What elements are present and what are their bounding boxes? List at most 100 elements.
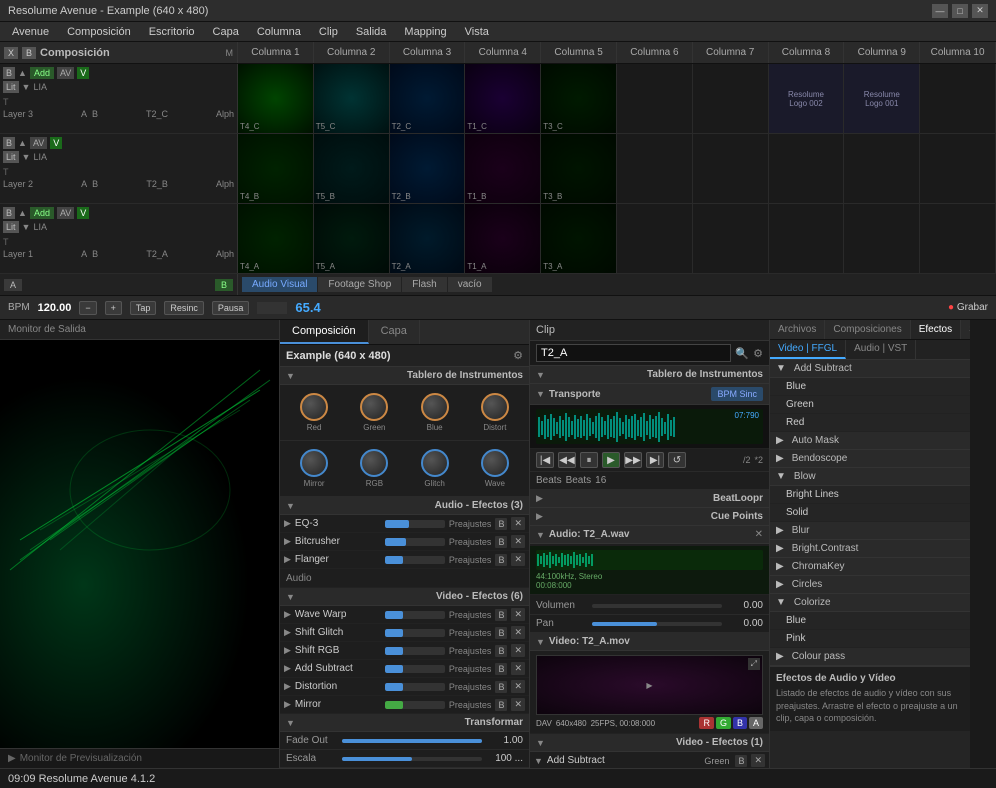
cell-l3-c5[interactable]: T3_C xyxy=(541,64,617,133)
step-fwd[interactable]: ▶▶ xyxy=(624,452,642,468)
effect-item-bright-lines[interactable]: Bright Lines xyxy=(770,486,970,504)
monitor-preview-toggle[interactable]: ▶ Monitor de Previsualización xyxy=(0,748,279,768)
layer3-down[interactable]: ▼ xyxy=(22,82,31,92)
audio-close[interactable]: ✕ xyxy=(755,529,763,540)
menu-composicion[interactable]: Composición xyxy=(59,24,139,40)
clip-name-input[interactable] xyxy=(536,344,731,362)
layer2-up[interactable]: ▲ xyxy=(18,138,27,148)
cell-l2-c9[interactable] xyxy=(844,134,920,203)
cell-l1-c1[interactable]: T4_A xyxy=(238,204,314,273)
layer2-b[interactable]: B xyxy=(3,137,15,149)
cell-l3-c7[interactable] xyxy=(693,64,769,133)
comp-gear-icon[interactable]: ⚙ xyxy=(513,349,523,362)
col-header-1[interactable]: Columna 1 xyxy=(238,42,314,63)
cell-l2-c10[interactable] xyxy=(920,134,996,203)
bpm-plus[interactable]: + xyxy=(105,301,122,315)
col-header-4[interactable]: Columna 4 xyxy=(465,42,541,63)
volume-track[interactable] xyxy=(592,604,722,608)
wave-warp-preajustes[interactable]: Preajustes xyxy=(449,610,492,620)
tab-audio-visual[interactable]: Audio Visual xyxy=(242,277,317,292)
cell-l2-c8[interactable] xyxy=(769,134,845,203)
mirror-preajustes[interactable]: Preajustes xyxy=(449,700,492,710)
resinc-button[interactable]: Resinc xyxy=(164,301,204,315)
subtab-audio-vst[interactable]: Audio | VST xyxy=(846,340,916,359)
col-header-9[interactable]: Columna 9 xyxy=(844,42,920,63)
menu-columna[interactable]: Columna xyxy=(249,24,309,40)
cell-l2-c2[interactable]: T5_B xyxy=(314,134,390,203)
bitcrusher-x-btn[interactable]: ✕ xyxy=(511,535,525,548)
escala-track[interactable] xyxy=(342,757,482,761)
cell-l1-c8[interactable] xyxy=(769,204,845,273)
transformar-section[interactable]: ▼ Transformar xyxy=(280,714,529,732)
cell-l2-c3[interactable]: T2_B xyxy=(390,134,466,203)
category-blur[interactable]: ▶ Blur xyxy=(770,522,970,540)
cell-l1-c3[interactable]: T2_A xyxy=(390,204,466,273)
play-btn[interactable]: ▶ xyxy=(602,452,620,468)
category-auto-mask[interactable]: ▶ Auto Mask xyxy=(770,432,970,450)
layer2-v[interactable]: V xyxy=(50,137,62,149)
video-thumbnail[interactable]: ▶ ⤢ xyxy=(536,655,763,715)
skip-back[interactable]: |◀ xyxy=(536,452,554,468)
cell-l1-c10[interactable] xyxy=(920,204,996,273)
speed-plus[interactable]: *2 xyxy=(754,455,763,465)
menu-salida[interactable]: Salida xyxy=(348,24,395,40)
effect-item-colorize-blue[interactable]: Blue xyxy=(770,612,970,630)
distortion-preajustes[interactable]: Preajustes xyxy=(449,682,492,692)
eq3-arrow[interactable]: ▶ xyxy=(284,518,291,529)
menu-vista[interactable]: Vista xyxy=(457,24,497,40)
video-t2a-section[interactable]: ▼ Video: T2_A.mov xyxy=(530,633,769,651)
pan-track[interactable] xyxy=(592,622,722,626)
bitcrusher-b-btn[interactable]: B xyxy=(495,536,507,548)
bitcrusher-preajustes[interactable]: Preajustes xyxy=(449,537,492,547)
video-effects-section[interactable]: ▼ Video - Efectos (6) xyxy=(280,588,529,606)
layer3-b[interactable]: B xyxy=(3,67,15,79)
tab-capa[interactable]: Capa xyxy=(369,320,420,344)
category-bendoscope[interactable]: ▶ Bendoscope xyxy=(770,450,970,468)
bpm-slider[interactable] xyxy=(257,302,287,314)
bpm-minus[interactable]: − xyxy=(79,301,96,315)
minimize-button[interactable]: — xyxy=(932,4,948,18)
cell-l2-c6[interactable] xyxy=(617,134,693,203)
tab-composicion[interactable]: Composición xyxy=(280,320,369,344)
close-button[interactable]: ✕ xyxy=(972,4,988,18)
eq3-b-btn[interactable]: B xyxy=(495,518,507,530)
layer1-lit[interactable]: Lit xyxy=(3,221,19,233)
cell-l1-c4[interactable]: T1_A xyxy=(465,204,541,273)
effect-item-pink[interactable]: Pink xyxy=(770,630,970,648)
subtab-video-ffgl[interactable]: Video | FFGL xyxy=(770,340,846,359)
flanger-arrow[interactable]: ▶ xyxy=(284,554,291,565)
layer1-down[interactable]: ▼ xyxy=(22,222,31,232)
skip-fwd[interactable]: ▶| xyxy=(646,452,664,468)
shift-rgb-preajustes[interactable]: Preajustes xyxy=(449,646,492,656)
col-header-7[interactable]: Columna 7 xyxy=(693,42,769,63)
layer2-lit[interactable]: Lit xyxy=(3,151,19,163)
tab-efectos[interactable]: Efectos xyxy=(911,320,961,339)
menu-avenue[interactable]: Avenue xyxy=(4,24,57,40)
layer3-lit[interactable]: Lit xyxy=(3,81,19,93)
category-colour-pass[interactable]: ▶ Colour pass xyxy=(770,648,970,666)
col-header-2[interactable]: Columna 2 xyxy=(314,42,390,63)
flanger-preajustes[interactable]: Preajustes xyxy=(449,555,492,565)
cell-l1-c6[interactable] xyxy=(617,204,693,273)
knob-distort-control[interactable] xyxy=(481,393,509,421)
col-header-6[interactable]: Columna 6 xyxy=(617,42,693,63)
bitcrusher-arrow[interactable]: ▶ xyxy=(284,536,291,547)
shift-glitch-preajustes[interactable]: Preajustes xyxy=(449,628,492,638)
category-add-subtract[interactable]: ▼ Add Subtract xyxy=(770,360,970,378)
layer1-b[interactable]: B xyxy=(3,207,15,219)
record-button[interactable]: ● Grabar xyxy=(948,302,988,313)
clip-search-icon[interactable]: 🔍 xyxy=(735,347,749,360)
knob-rgb-control[interactable] xyxy=(360,449,388,477)
cell-l1-c5[interactable]: T3_A xyxy=(541,204,617,273)
knob-glitch-control[interactable] xyxy=(421,449,449,477)
cell-l3-c6[interactable] xyxy=(617,64,693,133)
effect-item-solid[interactable]: Solid xyxy=(770,504,970,522)
layer2-av[interactable]: AV xyxy=(30,137,47,149)
col-header-5[interactable]: Columna 5 xyxy=(541,42,617,63)
maximize-button[interactable]: □ xyxy=(952,4,968,18)
knob-mirror-control[interactable] xyxy=(300,449,328,477)
tab-archivos[interactable]: Archivos xyxy=(770,320,825,339)
category-blow[interactable]: ▼ Blow xyxy=(770,468,970,486)
cell-l3-c2[interactable]: T5_C xyxy=(314,64,390,133)
knob-blue-control[interactable] xyxy=(421,393,449,421)
